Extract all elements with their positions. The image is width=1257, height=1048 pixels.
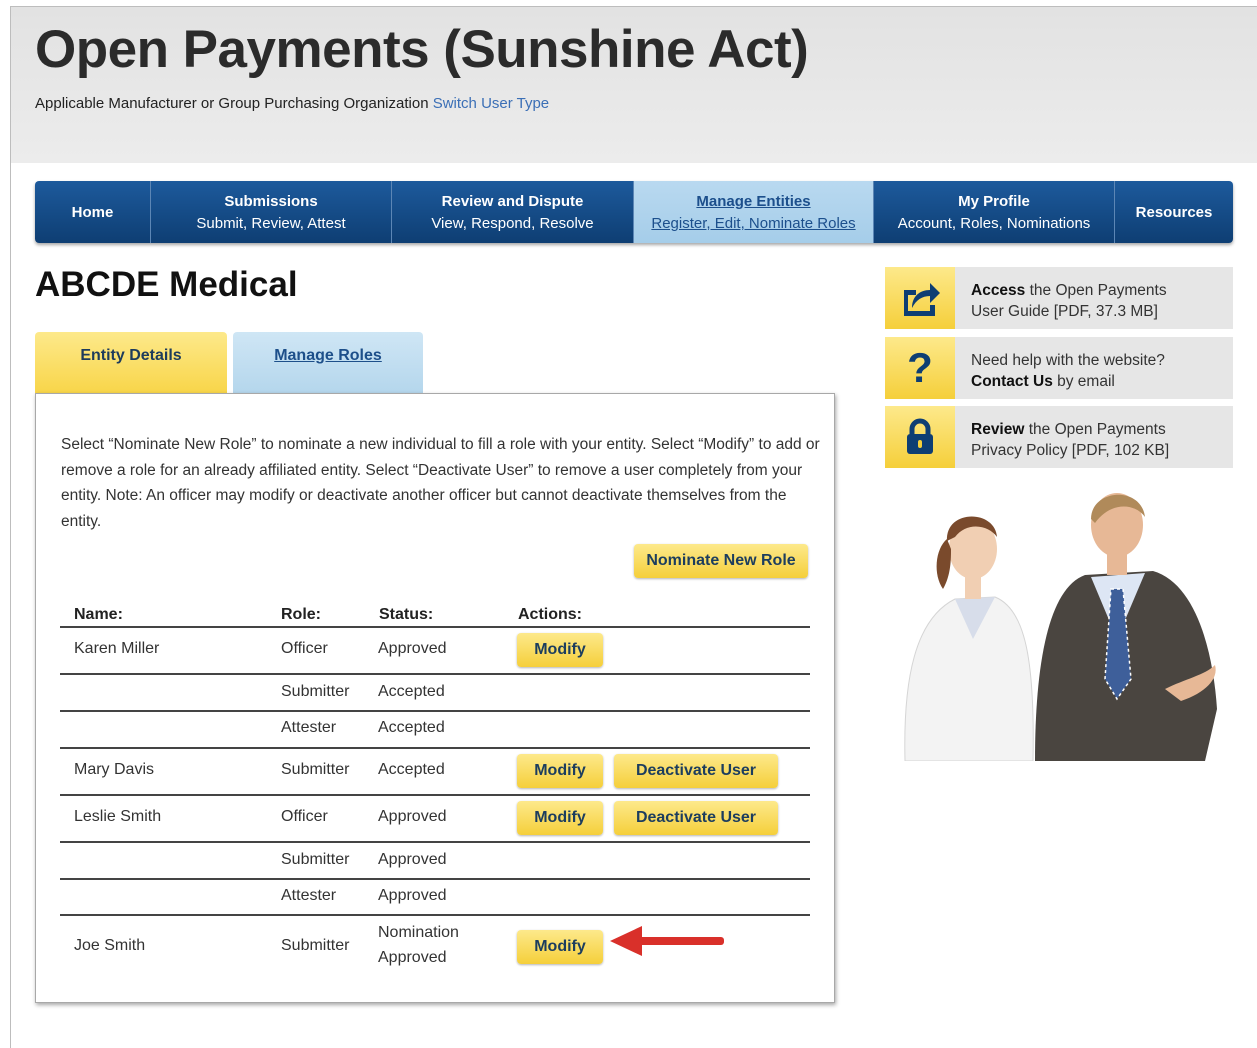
row-name: Leslie Smith xyxy=(74,808,162,825)
sidebar-text: by email xyxy=(1052,373,1115,390)
deactivate-user-button[interactable]: Deactivate User xyxy=(614,801,778,835)
sidebar-text: the Open Payments xyxy=(1025,282,1167,299)
row-role: Submitter xyxy=(281,683,350,700)
lock-icon xyxy=(885,406,955,468)
arrow-head xyxy=(610,926,642,956)
nav-label: My Profile xyxy=(958,192,1030,210)
header-divider xyxy=(60,626,810,628)
row-role: Attester xyxy=(281,887,337,904)
row-status-line1: Nomination xyxy=(378,924,459,941)
nav-label: Manage Entities xyxy=(696,192,811,210)
column-header-name: Name: xyxy=(74,606,123,623)
deactivate-user-button[interactable]: Deactivate User xyxy=(614,754,778,788)
modify-button[interactable]: Modify xyxy=(517,930,603,964)
row-status: Approved xyxy=(378,640,447,657)
row-status-line2: Approved xyxy=(378,949,447,966)
site-header: Open Payments (Sunshine Act) Applicable … xyxy=(11,7,1257,163)
contact-us-text: Need help with the website? Contact Us b… xyxy=(955,337,1165,399)
sidebar-text: the Open Payments xyxy=(1024,421,1166,438)
modify-button[interactable]: Modify xyxy=(517,633,603,667)
row-divider xyxy=(60,673,810,675)
column-header-role: Role: xyxy=(281,606,321,623)
column-header-status: Status: xyxy=(379,606,434,623)
modify-button[interactable]: Modify xyxy=(517,754,603,788)
nav-my-profile[interactable]: My Profile Account, Roles, Nominations xyxy=(874,181,1115,243)
sidebar-text: Need help with the website? xyxy=(971,352,1165,369)
row-status: Accepted xyxy=(378,683,445,700)
nav-review-dispute[interactable]: Review and Dispute View, Respond, Resolv… xyxy=(392,181,634,243)
nav-resources[interactable]: Resources xyxy=(1115,181,1233,243)
sidebar-text: Privacy Policy [PDF, 102 KB] xyxy=(971,442,1170,459)
row-role: Attester xyxy=(281,719,337,736)
row-divider xyxy=(60,794,810,796)
row-status: Approved xyxy=(378,851,447,868)
nav-home[interactable]: Home xyxy=(35,181,151,243)
nav-label: Home xyxy=(71,203,114,221)
nav-sublabel: Account, Roles, Nominations xyxy=(897,214,1091,232)
contact-us-link[interactable]: ? Need help with the website? Contact Us… xyxy=(885,337,1233,399)
sidebar-text: User Guide [PDF, 37.3 MB] xyxy=(971,303,1158,320)
nav-sublabel: Register, Edit, Nominate Roles xyxy=(651,214,856,232)
share-icon xyxy=(885,267,955,329)
column-header-actions: Actions: xyxy=(518,606,582,623)
row-status: Accepted xyxy=(378,719,445,736)
switch-user-type-link[interactable]: Switch User Type xyxy=(433,95,549,112)
row-name: Joe Smith xyxy=(74,937,146,954)
tab-manage-roles[interactable]: Manage Roles xyxy=(233,332,423,394)
woman-figure xyxy=(904,516,1034,761)
row-role: Submitter xyxy=(281,761,350,778)
tab-entity-details[interactable]: Entity Details xyxy=(35,332,227,394)
nominate-new-role-button[interactable]: Nominate New Role xyxy=(634,544,808,578)
main-nav: Home Submissions Submit, Review, Attest … xyxy=(35,181,1233,243)
row-status: Approved xyxy=(378,808,447,825)
sidebar-bold: Contact Us xyxy=(971,373,1053,390)
row-role: Officer xyxy=(281,640,328,657)
red-arrow-icon xyxy=(610,926,724,956)
user-guide-text: Access the Open Payments User Guide [PDF… xyxy=(955,267,1167,329)
nav-label: Review and Dispute xyxy=(441,192,584,210)
row-status: Accepted xyxy=(378,761,445,778)
row-divider xyxy=(60,878,810,880)
privacy-policy-link[interactable]: Review the Open Payments Privacy Policy … xyxy=(885,406,1233,468)
entity-title: ABCDE Medical xyxy=(35,265,298,304)
page-frame: Open Payments (Sunshine Act) Applicable … xyxy=(10,6,1257,1048)
instructions-text: Select “Nominate New Role” to nominate a… xyxy=(61,436,820,531)
row-name: Karen Miller xyxy=(74,640,160,657)
row-name: Mary Davis xyxy=(74,761,155,778)
people-photo xyxy=(904,493,1217,761)
row-role: Submitter xyxy=(281,851,350,868)
privacy-policy-text: Review the Open Payments Privacy Policy … xyxy=(955,406,1169,468)
nav-label: Resources xyxy=(1135,203,1213,221)
row-divider xyxy=(60,710,810,712)
question-icon: ? xyxy=(885,337,955,399)
site-title: Open Payments (Sunshine Act) xyxy=(35,20,809,79)
row-divider xyxy=(60,747,810,749)
arrow-shaft xyxy=(636,937,724,945)
nav-submissions[interactable]: Submissions Submit, Review, Attest xyxy=(151,181,392,243)
user-type-label: Applicable Manufacturer or Group Purchas… xyxy=(35,95,429,112)
modify-button[interactable]: Modify xyxy=(517,801,603,835)
row-role: Officer xyxy=(281,808,328,825)
user-guide-link[interactable]: Access the Open Payments User Guide [PDF… xyxy=(885,267,1233,329)
manage-roles-panel: Select “Nominate New Role” to nominate a… xyxy=(35,393,835,1003)
nav-label: Submissions xyxy=(224,192,318,210)
row-role: Submitter xyxy=(281,937,350,954)
nav-sublabel: Submit, Review, Attest xyxy=(196,214,346,232)
user-type-line: Applicable Manufacturer or Group Purchas… xyxy=(35,95,549,112)
sidebar-bold: Access xyxy=(971,282,1026,299)
row-divider xyxy=(60,914,810,916)
nav-manage-entities[interactable]: Manage Entities Register, Edit, Nominate… xyxy=(634,181,874,243)
man-figure xyxy=(1035,493,1217,761)
row-status: Approved xyxy=(378,887,447,904)
row-divider xyxy=(60,841,810,843)
sidebar-bold: Review xyxy=(971,421,1025,438)
nav-sublabel: View, Respond, Resolve xyxy=(431,214,594,232)
